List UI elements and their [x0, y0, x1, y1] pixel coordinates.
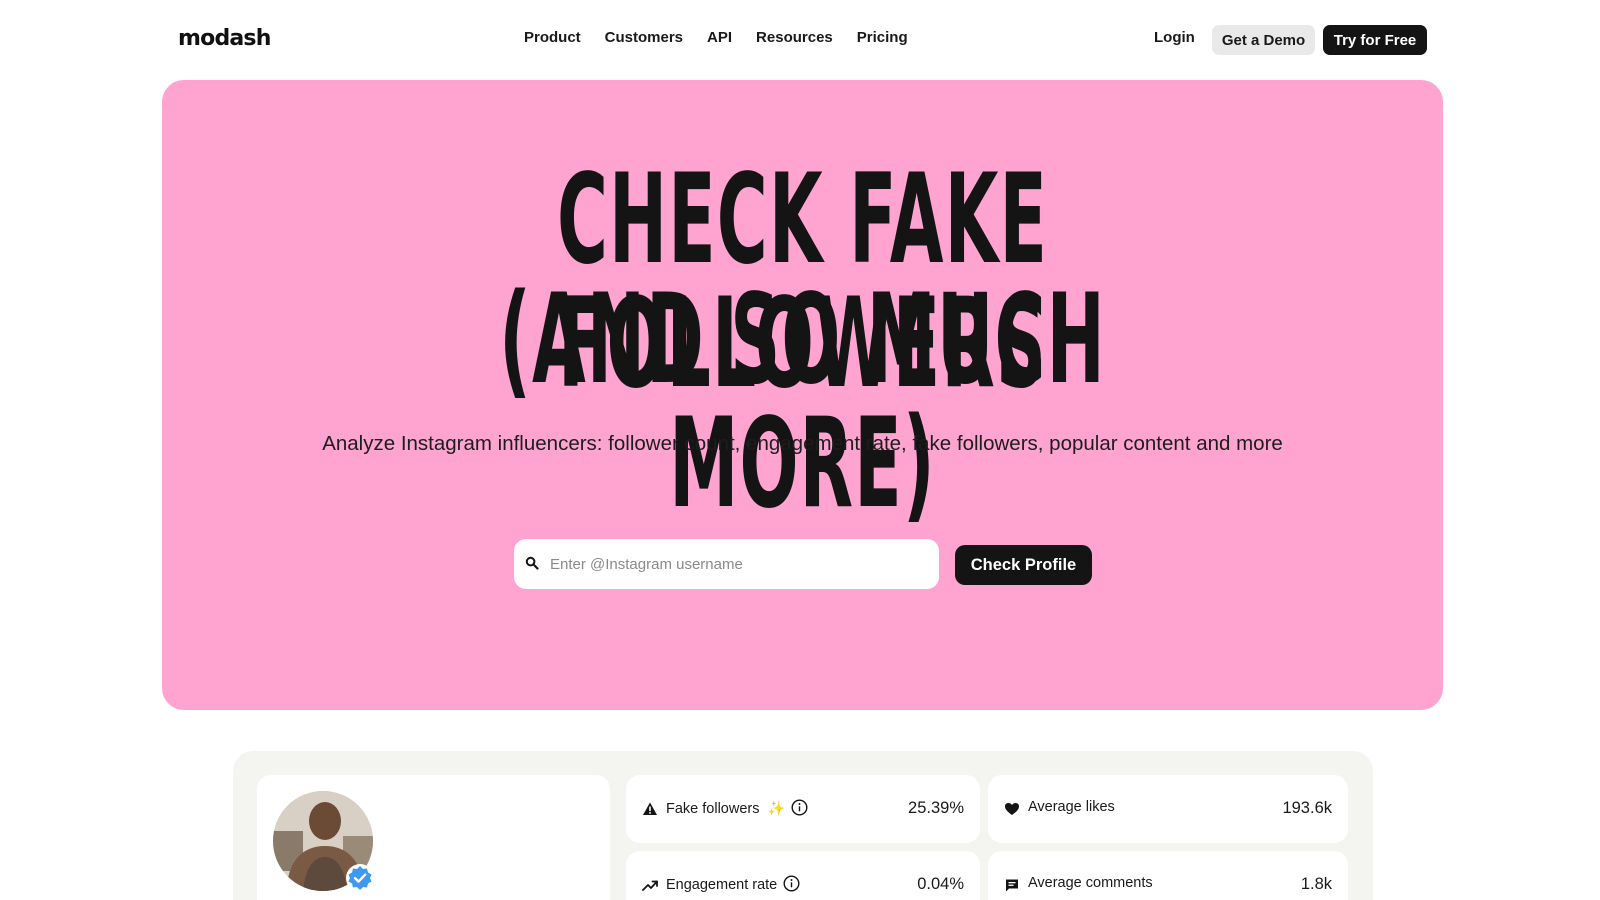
- hero-section: CHECK FAKE FOLLOWERS (AND SO MUCH MORE) …: [162, 80, 1443, 710]
- stat-average-comments: Average comments 1.8k: [988, 851, 1348, 900]
- stat-engagement-rate: Engagement rate 0.04%: [626, 851, 980, 900]
- engagement-rate-value: 0.04%: [917, 875, 964, 893]
- average-likes-value: 193.6k: [1282, 799, 1332, 817]
- nav-link-product[interactable]: Product: [524, 29, 581, 46]
- comment-icon: [1006, 879, 1018, 892]
- stat-fake-followers: Fake followers ✨ 25.39%: [626, 775, 980, 843]
- average-comments-value: 1.8k: [1300, 875, 1332, 893]
- hero-title-line2: (AND SO MUCH MORE): [499, 268, 1106, 536]
- average-comments-label: Average comments: [1028, 875, 1153, 891]
- nav-link-pricing[interactable]: Pricing: [857, 29, 908, 46]
- search-box[interactable]: [514, 539, 939, 589]
- nav-link-resources[interactable]: Resources: [756, 29, 833, 46]
- instagram-username-input[interactable]: [550, 539, 930, 589]
- info-icon[interactable]: [783, 875, 800, 892]
- get-demo-button[interactable]: Get a Demo: [1212, 25, 1315, 55]
- trending-up-icon: [642, 880, 658, 891]
- engagement-rate-label: Engagement rate: [666, 877, 778, 893]
- search-icon: [525, 556, 539, 570]
- nav-link-customers[interactable]: Customers: [605, 29, 683, 46]
- check-profile-button[interactable]: Check Profile: [955, 545, 1092, 585]
- stat-average-likes: Average likes 193.6k: [988, 775, 1348, 843]
- fake-followers-label: Fake followers: [666, 801, 760, 817]
- average-likes-label: Average likes: [1028, 799, 1115, 815]
- verified-badge-icon: [346, 864, 374, 892]
- try-free-button[interactable]: Try for Free: [1323, 25, 1427, 55]
- profile-card: [257, 775, 610, 900]
- modash-logo[interactable]: modash: [178, 26, 271, 51]
- sparkle-icon: ✨: [767, 800, 785, 816]
- login-link[interactable]: Login: [1154, 29, 1195, 46]
- warning-icon: [643, 802, 657, 815]
- nav-link-api[interactable]: API: [707, 29, 732, 46]
- top-navigation: modash Product Customers API Resources P…: [0, 0, 1600, 78]
- fake-followers-value: 25.39%: [908, 799, 964, 817]
- stat-label: Engagement rate: [666, 875, 800, 893]
- profile-preview: Fake followers ✨ 25.39% Average likes 193…: [233, 751, 1373, 900]
- nav-links: Product Customers API Resources Pricing: [524, 29, 908, 46]
- info-icon[interactable]: [791, 799, 808, 816]
- hero-subtitle: Analyze Instagram influencers: follower …: [322, 432, 1283, 455]
- stat-label: Fake followers ✨: [666, 799, 808, 817]
- heart-icon: [1005, 803, 1019, 815]
